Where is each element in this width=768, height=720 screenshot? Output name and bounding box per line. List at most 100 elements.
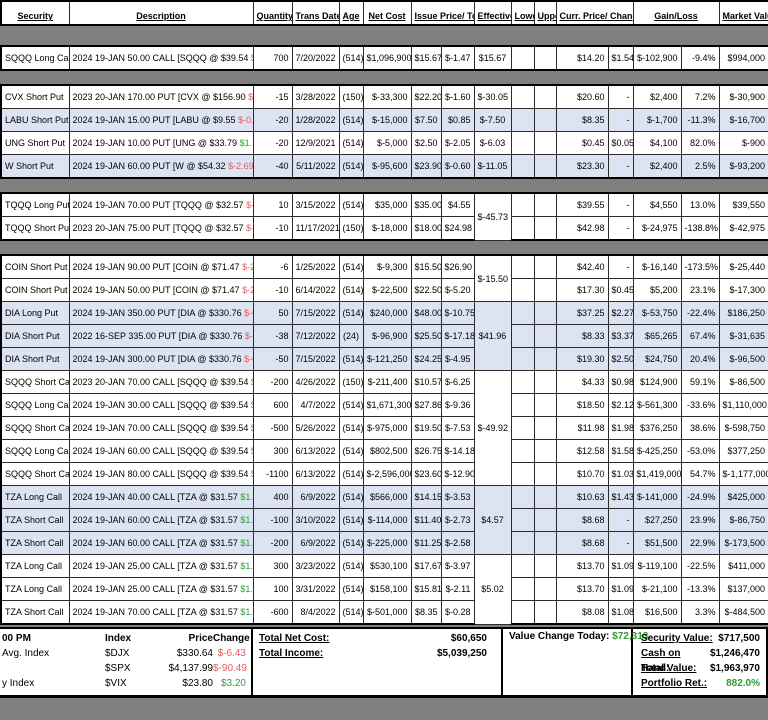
market-value-cell[interactable]: $-86,750 <box>718 508 768 532</box>
quantity-cell[interactable]: 600 <box>252 393 293 417</box>
trans-date-cell[interactable]: 8/4/2022 <box>291 600 340 625</box>
quantity-cell[interactable]: 10 <box>252 192 293 217</box>
gain-loss-cell[interactable]: $-119,100 <box>632 554 682 578</box>
col-header-net-cost[interactable]: Net Cost <box>362 0 412 26</box>
quantity-cell[interactable]: -500 <box>252 416 293 440</box>
curr-price-cell[interactable]: $18.50 <box>555 393 609 417</box>
gain-pct-cell[interactable]: 59.1% <box>680 370 720 394</box>
issue-price-cell[interactable]: $7.50 <box>410 108 442 132</box>
lower-stop-cell[interactable] <box>510 301 535 325</box>
curr-price-cell[interactable]: $10.63 <box>555 485 609 509</box>
trans-date-cell[interactable]: 7/15/2022 <box>291 301 340 325</box>
description-cell[interactable]: 2024 19-JAN 90.00 PUT [COIN @ $71.47 $-2… <box>68 254 254 279</box>
position-row[interactable]: TZA Long Call 2024 19-JAN 40.00 CALL [TZA… <box>0 485 768 555</box>
age-cell[interactable]: (150) <box>338 370 364 394</box>
gain-pct-cell[interactable]: 13.0% <box>680 192 720 217</box>
trans-date-cell[interactable]: 6/13/2022 <box>291 462 340 486</box>
market-value-cell[interactable]: $39,550 <box>718 192 768 217</box>
issue-price-cell[interactable]: $17.67 <box>410 554 442 578</box>
gain-loss-cell[interactable]: $5,200 <box>632 278 682 302</box>
position-row[interactable]: TQQQ Short Put 2023 20-JAN 75.00 PUT [TQQ… <box>0 216 768 241</box>
issue-price-cell[interactable]: $8.35 <box>410 600 442 625</box>
upper-stop-cell[interactable] <box>533 554 557 578</box>
change-today-cell[interactable]: $1.09 <box>607 577 634 601</box>
total-change-cell[interactable]: $-2.11 <box>440 577 475 601</box>
total-change-cell[interactable]: $-2.05 <box>440 131 475 155</box>
description-cell[interactable]: 2023 20-JAN 70.00 CALL [SQQQ @ $39.54 $2… <box>68 370 254 394</box>
gain-pct-cell[interactable]: 3.3% <box>680 600 720 625</box>
security-cell[interactable]: COIN Short Put <box>0 254 70 279</box>
change-today-cell[interactable]: $2.50 <box>607 347 634 371</box>
change-today-cell[interactable]: $1.43 <box>607 485 634 509</box>
col-header-effective-cost[interactable]: Effective Cost /Shr <box>473 0 512 26</box>
total-change-cell[interactable]: $-1.47 <box>440 45 475 71</box>
gain-loss-cell[interactable]: $2,400 <box>632 154 682 179</box>
position-row[interactable]: COIN Short Put 2024 19-JAN 50.00 PUT [COI… <box>0 278 768 302</box>
gain-pct-cell[interactable]: -53.0% <box>680 439 720 463</box>
age-cell[interactable]: (514) <box>338 439 364 463</box>
change-today-cell[interactable]: - <box>607 108 634 132</box>
gain-pct-cell[interactable]: 2.5% <box>680 154 720 179</box>
lower-stop-cell[interactable] <box>510 554 535 578</box>
description-cell[interactable]: 2024 19-JAN 50.00 PUT [COIN @ $71.47 $-2… <box>68 278 254 302</box>
upper-stop-cell[interactable] <box>533 154 557 179</box>
upper-stop-cell[interactable] <box>533 462 557 486</box>
total-change-cell[interactable]: $4.55 <box>440 192 475 217</box>
security-cell[interactable]: SQQQ Long Call <box>0 45 70 71</box>
gain-pct-cell[interactable]: -138.8% <box>680 216 720 241</box>
security-cell[interactable]: SQQQ Long Call <box>0 439 70 463</box>
curr-price-cell[interactable]: $4.33 <box>555 370 609 394</box>
net-cost-cell[interactable]: $1,671,300 <box>362 393 412 417</box>
upper-stop-cell[interactable] <box>533 577 557 601</box>
position-row[interactable]: TZA Short Call 2024 19-JAN 60.00 CALL [TZ… <box>0 531 768 555</box>
quantity-cell[interactable]: -38 <box>252 324 293 348</box>
security-cell[interactable]: SQQQ Short Call <box>0 370 70 394</box>
security-cell[interactable]: SQQQ Short Call <box>0 462 70 486</box>
age-cell[interactable]: (514) <box>338 485 364 509</box>
gain-loss-cell[interactable]: $27,250 <box>632 508 682 532</box>
upper-stop-cell[interactable] <box>533 131 557 155</box>
description-cell[interactable]: 2023 20-JAN 75.00 PUT [TQQQ @ $32.57 $-2… <box>68 216 254 241</box>
net-cost-cell[interactable]: $-975,000 <box>362 416 412 440</box>
trans-date-cell[interactable]: 3/31/2022 <box>291 577 340 601</box>
col-header-issue-price-total-change[interactable]: Issue Price/ Total Change <box>410 0 475 26</box>
market-value-cell[interactable]: $-93,200 <box>718 154 768 179</box>
quantity-cell[interactable]: -10 <box>252 216 293 241</box>
quantity-cell[interactable]: 100 <box>252 577 293 601</box>
gain-pct-cell[interactable]: -173.5% <box>680 254 720 279</box>
age-cell[interactable]: (514) <box>338 531 364 555</box>
description-cell[interactable]: 2024 19-JAN 50.00 CALL [SQQQ @ $39.54 $2… <box>68 45 254 71</box>
gain-loss-cell[interactable]: $2,400 <box>632 84 682 109</box>
gain-loss-cell[interactable]: $-24,975 <box>632 216 682 241</box>
gain-loss-cell[interactable]: $4,550 <box>632 192 682 217</box>
quantity-cell[interactable]: -50 <box>252 347 293 371</box>
upper-stop-cell[interactable] <box>533 108 557 132</box>
age-cell[interactable]: (514) <box>338 508 364 532</box>
description-cell[interactable]: 2024 19-JAN 60.00 PUT [W @ $54.32 $-2.69… <box>68 154 254 179</box>
effective-cost-cell[interactable]: $-15.50 <box>473 254 512 302</box>
total-change-cell[interactable]: $-9.36 <box>440 393 475 417</box>
issue-price-cell[interactable]: $23.90 <box>410 154 442 179</box>
lower-stop-cell[interactable] <box>510 84 535 109</box>
market-value-cell[interactable]: $-1,177,000 <box>718 462 768 486</box>
change-today-cell[interactable]: $1.98 <box>607 416 634 440</box>
effective-cost-cell[interactable]: $-49.92 <box>473 370 512 486</box>
security-cell[interactable]: LABU Short Put <box>0 108 70 132</box>
change-today-cell[interactable]: - <box>607 216 634 241</box>
change-today-cell[interactable]: $0.98 <box>607 370 634 394</box>
upper-stop-cell[interactable] <box>533 439 557 463</box>
curr-price-cell[interactable]: $8.68 <box>555 531 609 555</box>
curr-price-cell[interactable]: $42.40 <box>555 254 609 279</box>
upper-stop-cell[interactable] <box>533 416 557 440</box>
security-cell[interactable]: CVX Short Put <box>0 84 70 109</box>
lower-stop-cell[interactable] <box>510 508 535 532</box>
lower-stop-cell[interactable] <box>510 45 535 71</box>
lower-stop-cell[interactable] <box>510 108 535 132</box>
lower-stop-cell[interactable] <box>510 462 535 486</box>
change-today-cell[interactable]: $1.58 <box>607 439 634 463</box>
net-cost-cell[interactable]: $-96,900 <box>362 324 412 348</box>
market-value-cell[interactable]: $-31,635 <box>718 324 768 348</box>
security-cell[interactable]: UNG Short Put <box>0 131 70 155</box>
market-value-cell[interactable]: $-96,500 <box>718 347 768 371</box>
upper-stop-cell[interactable] <box>533 508 557 532</box>
